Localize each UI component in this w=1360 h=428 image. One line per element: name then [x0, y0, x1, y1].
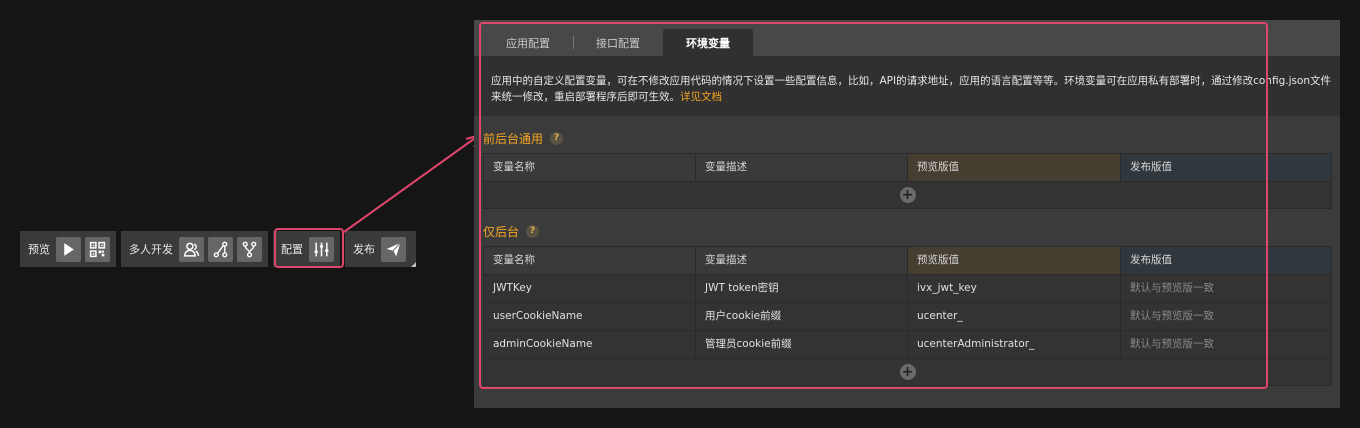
table-header: 变量名称 变量描述 预览版值 发布版值	[484, 247, 1331, 275]
release-value-cell[interactable]: 默认与预览版一致	[1121, 303, 1331, 330]
docs-link[interactable]: 详见文档	[680, 91, 722, 103]
header-release-value: 发布版值	[1121, 247, 1331, 274]
var-name-cell[interactable]: JWTKey	[484, 275, 696, 302]
collaborators-button[interactable]	[179, 236, 204, 262]
header-preview-value: 预览版值	[908, 154, 1121, 181]
publish-group: 发布	[345, 231, 416, 267]
tab-app-config[interactable]: 应用配置	[486, 30, 570, 56]
preview-value-cell[interactable]: ucenter_	[908, 303, 1121, 330]
tab-env-variables[interactable]: 环境变量	[663, 29, 753, 56]
dropdown-corner-icon[interactable]	[411, 262, 416, 267]
description-line-2-text: 来统一修改，重启部署程序后即可生效。	[491, 91, 680, 103]
add-row: +	[484, 359, 1331, 385]
header-var-desc: 变量描述	[696, 247, 908, 274]
backend-variables-table: 变量名称 变量描述 预览版值 发布版值 JWTKey JWT token密钥 i…	[483, 246, 1332, 386]
release-value-cell[interactable]: 默认与预览版一致	[1121, 331, 1331, 358]
merge-icon	[242, 241, 257, 257]
env-description: 应用中的自定义配置变量，可在不修改应用代码的情况下设置一些配置信息，比如，API…	[474, 56, 1340, 116]
preview-group: 预览	[20, 231, 116, 267]
qrcode-icon	[89, 241, 106, 257]
section-common-label: 前后台通用	[483, 132, 544, 146]
add-row: +	[484, 182, 1331, 208]
table-row[interactable]: JWTKey JWT token密钥 ivx_jwt_key 默认与预览版一致	[484, 275, 1331, 303]
publish-label: 发布	[353, 243, 375, 256]
preview-label: 预览	[28, 243, 50, 256]
header-var-name: 变量名称	[484, 154, 696, 181]
tab-bar: 应用配置 接口配置 环境变量	[474, 20, 1340, 56]
config-panel: 应用配置 接口配置 环境变量 应用中的自定义配置变量，可在不修改应用代码的情况下…	[474, 20, 1340, 408]
description-line-1: 应用中的自定义配置变量，可在不修改应用代码的情况下设置一些配置信息，比如，API…	[491, 75, 1332, 87]
var-name-cell[interactable]: adminCookieName	[484, 331, 696, 358]
multi-dev-group: 多人开发	[121, 231, 268, 267]
description-line-2: 来统一修改，重启部署程序后即可生效。详见文档	[491, 89, 1340, 105]
header-var-desc: 变量描述	[696, 154, 908, 181]
var-desc-cell[interactable]: 管理员cookie前缀	[696, 331, 908, 358]
config-highlight-box	[274, 228, 344, 268]
publish-button[interactable]	[381, 236, 406, 262]
users-icon	[183, 242, 200, 257]
preview-value-cell[interactable]: ucenterAdministrator_	[908, 331, 1121, 358]
var-name-cell[interactable]: userCookieName	[484, 303, 696, 330]
header-preview-value: 预览版值	[908, 247, 1121, 274]
add-variable-button[interactable]: +	[899, 364, 916, 380]
merge-button[interactable]	[237, 236, 262, 262]
header-var-name: 变量名称	[484, 247, 696, 274]
help-icon[interactable]: ?	[526, 225, 540, 238]
common-variables-table: 变量名称 变量描述 预览版值 发布版值 +	[483, 153, 1332, 209]
add-variable-button[interactable]: +	[899, 187, 916, 203]
section-backend-label: 仅后台	[483, 225, 520, 239]
section-common-title: 前后台通用 ?	[483, 130, 564, 147]
branch-icon	[213, 241, 228, 257]
help-icon[interactable]: ?	[550, 132, 564, 145]
play-icon	[64, 242, 74, 256]
qrcode-button[interactable]	[85, 236, 110, 262]
table-header: 变量名称 变量描述 预览版值 发布版值	[484, 154, 1331, 182]
var-desc-cell[interactable]: JWT token密钥	[696, 275, 908, 302]
table-row[interactable]: adminCookieName 管理员cookie前缀 ucenterAdmin…	[484, 331, 1331, 359]
preview-value-cell[interactable]: ivx_jwt_key	[908, 275, 1121, 302]
branch-button[interactable]	[208, 236, 233, 262]
section-backend-title: 仅后台 ?	[483, 223, 540, 240]
multi-dev-label: 多人开发	[129, 243, 173, 256]
var-desc-cell[interactable]: 用户cookie前缀	[696, 303, 908, 330]
play-button[interactable]	[56, 236, 81, 262]
header-release-value: 发布版值	[1121, 154, 1331, 181]
release-value-cell[interactable]: 默认与预览版一致	[1121, 275, 1331, 302]
tab-divider	[573, 36, 574, 49]
tab-api-config[interactable]: 接口配置	[576, 30, 660, 56]
table-row[interactable]: userCookieName 用户cookie前缀 ucenter_ 默认与预览…	[484, 303, 1331, 331]
send-icon	[386, 242, 401, 256]
editor-toolbar: 预览 多人开发 配置 发布	[20, 231, 421, 267]
